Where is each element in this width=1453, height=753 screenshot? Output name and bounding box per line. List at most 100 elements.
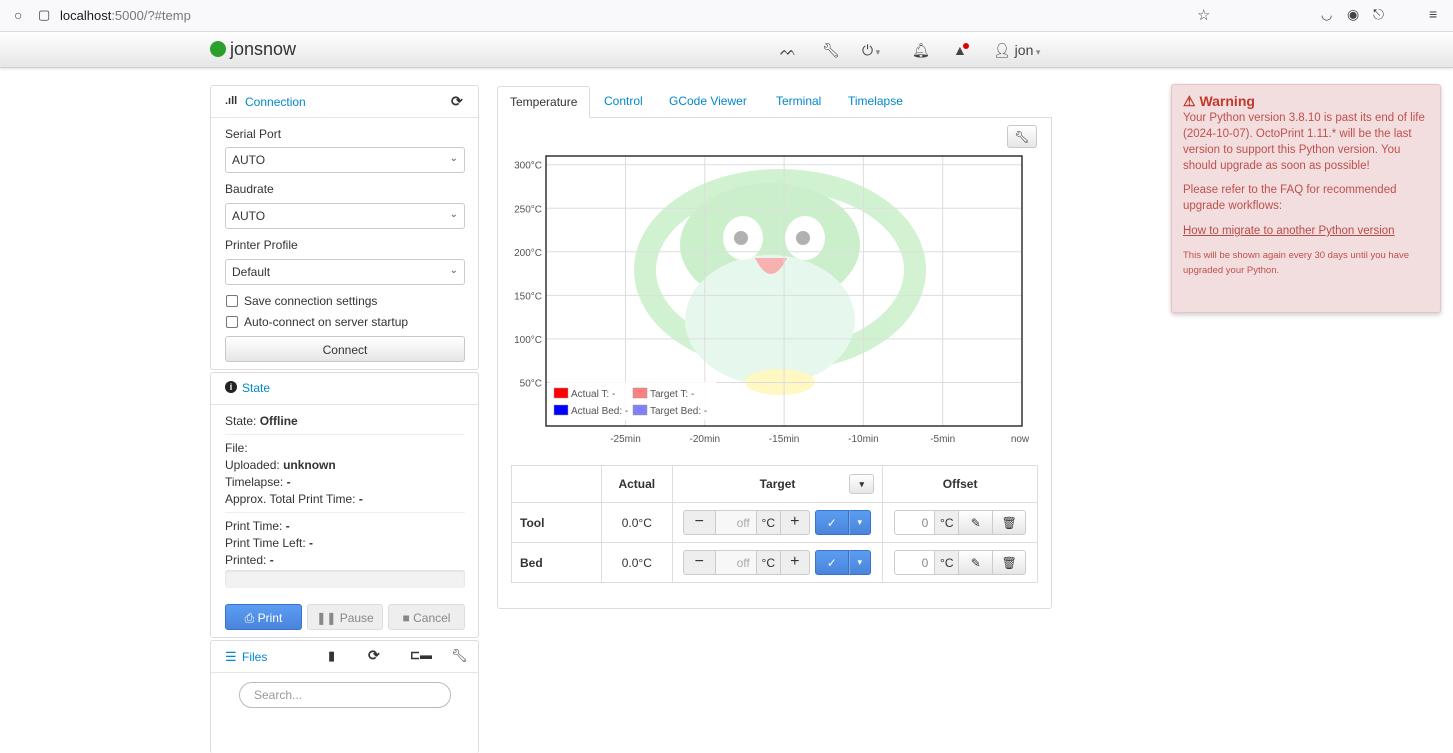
increment-button[interactable]: + xyxy=(780,510,810,535)
files-header[interactable]: ☰ Files ▮ ⟳ ⊏▬ 🔧︎ xyxy=(211,641,478,673)
set-target-button[interactable]: ✓ xyxy=(814,550,849,575)
account-icon[interactable]: ◉ xyxy=(1347,6,1359,23)
url-rest: :5000/?#temp xyxy=(111,8,191,23)
target-dropdown-button[interactable]: ▾ xyxy=(849,474,875,494)
actual-header: Actual xyxy=(600,465,673,503)
graph-settings-button[interactable]: 🔧︎ xyxy=(1007,125,1037,148)
print-time-label: Print Time: xyxy=(225,519,283,533)
connection-title[interactable]: Connection xyxy=(245,95,306,109)
approx-label: Approx. Total Print Time: xyxy=(225,492,356,506)
tab-gcode-viewer[interactable]: GCode Viewer xyxy=(669,86,747,118)
brand[interactable]: jonsnow xyxy=(210,39,296,60)
offset-input[interactable]: 0 xyxy=(894,510,936,535)
print-time-left-value: - xyxy=(309,536,314,550)
decrement-button[interactable]: − xyxy=(682,510,716,535)
cancel-label: Cancel xyxy=(413,611,451,625)
row-name: Tool xyxy=(511,502,602,543)
autoconnect-checkbox[interactable] xyxy=(226,316,238,328)
row-name: Bed xyxy=(511,542,602,583)
connection-header[interactable]: .ıll Connection ⟳ xyxy=(211,86,478,118)
printer-profile-select[interactable]: Default ⌄ xyxy=(225,259,465,285)
print-time-left-line: Print Time Left: - xyxy=(225,536,313,550)
save-connection-checkbox[interactable] xyxy=(226,295,238,307)
print-button[interactable]: ⎙ Print xyxy=(225,604,302,630)
target-presets-dropdown[interactable]: ▾ xyxy=(848,550,871,575)
target-presets-dropdown[interactable]: ▾ xyxy=(848,510,871,535)
url-bar[interactable]: localhost:5000/?#temp xyxy=(60,8,191,23)
set-target-button[interactable]: ✓ xyxy=(814,510,849,535)
files-title[interactable]: Files xyxy=(242,650,267,664)
x-tick-label: -10min xyxy=(848,434,879,445)
row-actual: 0.0°C xyxy=(600,542,673,583)
legend-label: Actual T: - xyxy=(571,389,615,400)
legend-label: Actual Bed: - xyxy=(571,406,628,417)
pencil-icon: ✎ xyxy=(970,516,981,530)
pocket-icon[interactable]: ◡ xyxy=(1321,7,1332,23)
cancel-button[interactable]: ■ Cancel xyxy=(388,604,465,630)
y-tick-label: 100°C xyxy=(514,335,542,346)
list-icon: ☰ xyxy=(225,649,237,664)
alert-icon[interactable]: ▲ xyxy=(953,42,973,58)
approx-value: - xyxy=(358,492,363,506)
offset-input[interactable]: 0 xyxy=(894,550,936,575)
edit-offset-button[interactable]: ✎ xyxy=(959,550,994,575)
search-input[interactable]: Search... xyxy=(239,682,451,708)
legend-swatch xyxy=(553,404,569,416)
offset-header: Offset xyxy=(882,465,1038,503)
x-tick-label: -15min xyxy=(769,434,800,445)
unit-label: °C xyxy=(755,550,781,575)
reset-offset-button[interactable]: 🗑︎ xyxy=(993,550,1027,575)
user-icon: 👤︎ xyxy=(993,42,1011,58)
edit-offset-button[interactable]: ✎ xyxy=(959,510,994,535)
baudrate-select[interactable]: AUTO ⌄ xyxy=(225,203,465,229)
legend-swatch xyxy=(632,387,648,399)
files-panel: ☰ Files ▮ ⟳ ⊏▬ 🔧︎ Search... xyxy=(210,640,479,753)
target-cell: − off °C + ✓ ▾ xyxy=(671,542,884,583)
migrate-python-link[interactable]: How to migrate to another Python version xyxy=(1183,225,1395,237)
decrement-button[interactable]: − xyxy=(682,550,716,575)
refresh-icon[interactable]: ⟳ xyxy=(368,647,380,664)
target-input[interactable]: off xyxy=(715,510,756,535)
name-header xyxy=(511,465,602,503)
serial-port-select[interactable]: AUTO ⌄ xyxy=(225,147,465,173)
target-input[interactable]: off xyxy=(715,550,756,575)
target-header-label: Target xyxy=(759,477,796,491)
printer-profile-value: Default xyxy=(232,265,271,279)
legend-swatch xyxy=(632,404,648,416)
warning-footer: This will be shown again every 30 days u… xyxy=(1183,250,1410,276)
tab-temperature[interactable]: Temperature xyxy=(497,86,591,118)
shield-icon[interactable]: ○ xyxy=(14,7,22,23)
menu-icon[interactable]: ≡ xyxy=(1429,6,1437,22)
pencil-icon: ✎ xyxy=(970,556,981,570)
y-tick-label: 300°C xyxy=(514,161,542,172)
bell-icon[interactable]: 🔔︎ xyxy=(912,42,930,59)
wrench-icon[interactable]: 🔧︎ xyxy=(451,648,468,664)
warning-body-1: Your Python version 3.8.10 is past its e… xyxy=(1183,112,1425,172)
reset-offset-button[interactable]: 🗑︎ xyxy=(993,510,1027,535)
state-title[interactable]: State xyxy=(242,381,270,395)
serial-port-value: AUTO xyxy=(232,153,266,167)
folder-tree-icon[interactable]: ⊏▬ xyxy=(410,648,432,662)
legend-label: Target Bed: - xyxy=(650,406,707,417)
printer-profile-label: Printer Profile xyxy=(225,238,298,252)
table-row: Tool 0.0°C − off °C + ✓ ▾ 0 °C ✎ 🗑︎ xyxy=(511,502,1038,543)
bookmark-star-icon[interactable]: ☆ xyxy=(1197,6,1210,24)
increment-button[interactable]: + xyxy=(780,550,810,575)
extensions-icon[interactable]: ⎋ xyxy=(1373,6,1384,23)
wrench-icon[interactable]: 🔧︎ xyxy=(822,42,840,59)
autoconnect-label: Auto-connect on server startup xyxy=(244,315,409,329)
tab-timelapse[interactable]: Timelapse xyxy=(848,86,903,118)
tab-terminal[interactable]: Terminal xyxy=(776,86,821,118)
pause-button[interactable]: ❚❚ Pause xyxy=(307,604,383,630)
tab-control[interactable]: Control xyxy=(604,86,643,118)
power-icon[interactable]: ⏻ ▾ xyxy=(862,42,880,59)
refresh-icon[interactable]: ⟳ xyxy=(451,93,463,110)
eye-slash-icon[interactable]: ᨓ xyxy=(780,42,797,59)
state-header[interactable]: i State xyxy=(211,373,478,405)
approx-line: Approx. Total Print Time: - xyxy=(225,492,363,506)
user-menu[interactable]: 👤︎ jon ▾ xyxy=(993,42,1040,59)
x-tick-label: -25min xyxy=(610,434,641,445)
sd-card-icon[interactable]: ▮ xyxy=(328,648,335,664)
connection-panel: .ıll Connection ⟳ Serial Port AUTO ⌄ Baud… xyxy=(210,85,479,370)
connect-button[interactable]: Connect xyxy=(225,336,465,362)
